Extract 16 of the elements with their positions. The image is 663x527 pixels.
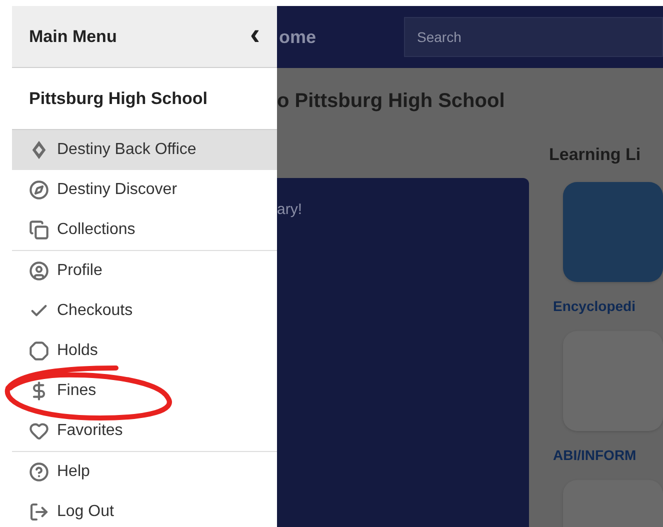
logo-tile[interactable] <box>563 182 663 282</box>
menu-item[interactable]: Destiny Back Office <box>12 130 277 170</box>
compass-icon <box>29 180 49 200</box>
user-icon <box>29 261 49 281</box>
octagon-icon <box>29 341 49 361</box>
page-heading: o Pittsburg High School <box>277 89 506 114</box>
search-field[interactable]: Search <box>404 17 663 57</box>
section-title: Learning Li <box>549 144 642 166</box>
heart-icon <box>29 421 49 441</box>
close-menu-button[interactable]: ‹ <box>250 20 260 54</box>
stacked-pages-icon <box>29 220 49 240</box>
menu-title: Main Menu <box>29 26 117 48</box>
header-title: ome <box>279 26 316 48</box>
help-icon <box>29 462 49 482</box>
logout-icon <box>29 502 49 522</box>
welcome-text: ary! <box>277 201 302 218</box>
